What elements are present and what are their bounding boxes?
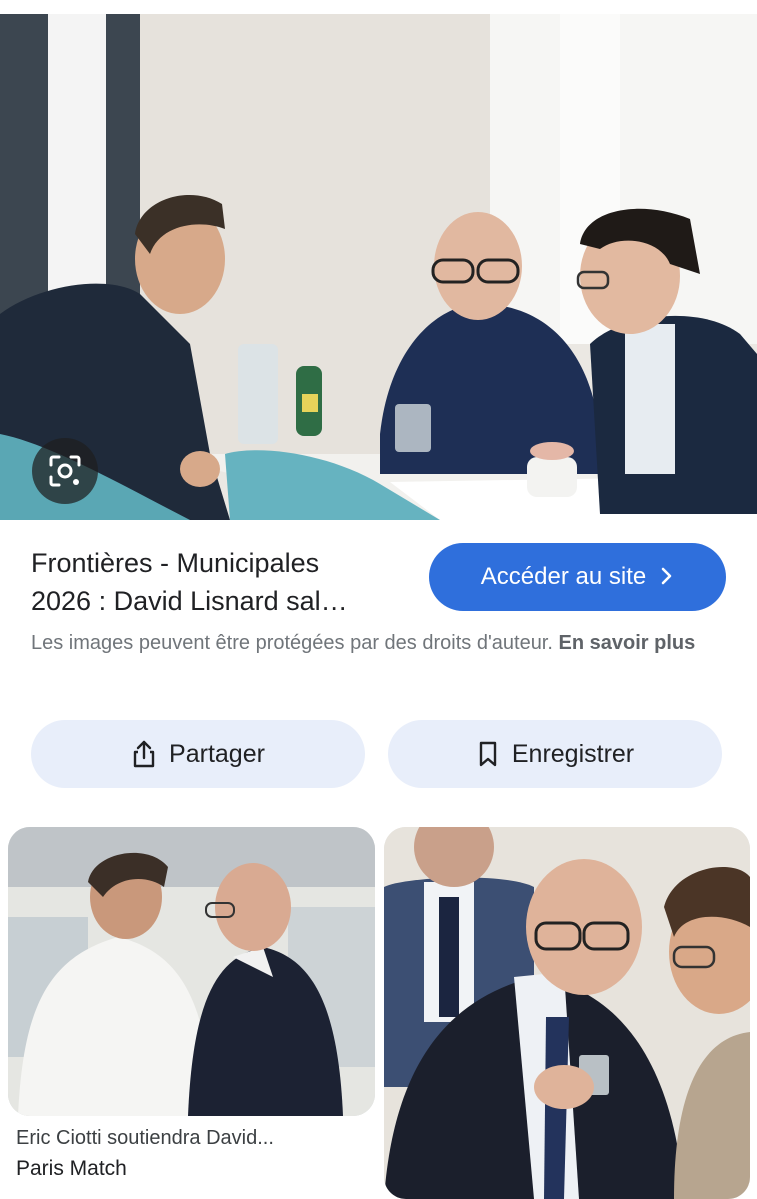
hero-image[interactable] <box>0 14 757 520</box>
copyright-notice: Les images peuvent être protégées par de… <box>31 628 721 659</box>
related-image-1[interactable] <box>8 827 375 1116</box>
result-title[interactable]: Frontières - Municipales 2026 : David Li… <box>31 544 401 620</box>
related-image-2[interactable] <box>384 827 750 1199</box>
related-source-1: Paris Match <box>16 1157 127 1180</box>
lens-icon <box>49 455 81 487</box>
save-button[interactable]: Enregistrer <box>388 720 722 788</box>
share-label: Partager <box>169 739 265 768</box>
chevron-right-icon <box>660 564 674 590</box>
hero-photo <box>0 14 757 520</box>
learn-more-link[interactable]: En savoir plus <box>559 632 696 654</box>
related-photo-1 <box>8 827 375 1116</box>
save-label: Enregistrer <box>511 739 635 768</box>
result-title-line-2: 2026 : David Lisnard sal… <box>31 586 348 616</box>
share-button[interactable]: Partager <box>31 720 365 788</box>
lens-button[interactable] <box>32 438 98 504</box>
related-photo-2 <box>384 827 750 1199</box>
copyright-text: Les images peuvent être protégées par de… <box>31 632 553 654</box>
bookmark-icon <box>479 741 497 767</box>
related-title-1[interactable]: Eric Ciotti soutiendra David... <box>16 1127 366 1150</box>
share-icon <box>133 740 155 768</box>
visit-site-label: Accéder au site <box>480 563 647 590</box>
visit-site-button[interactable]: Accéder au site <box>429 543 726 611</box>
result-title-line-1: Frontières - Municipales <box>31 548 320 578</box>
